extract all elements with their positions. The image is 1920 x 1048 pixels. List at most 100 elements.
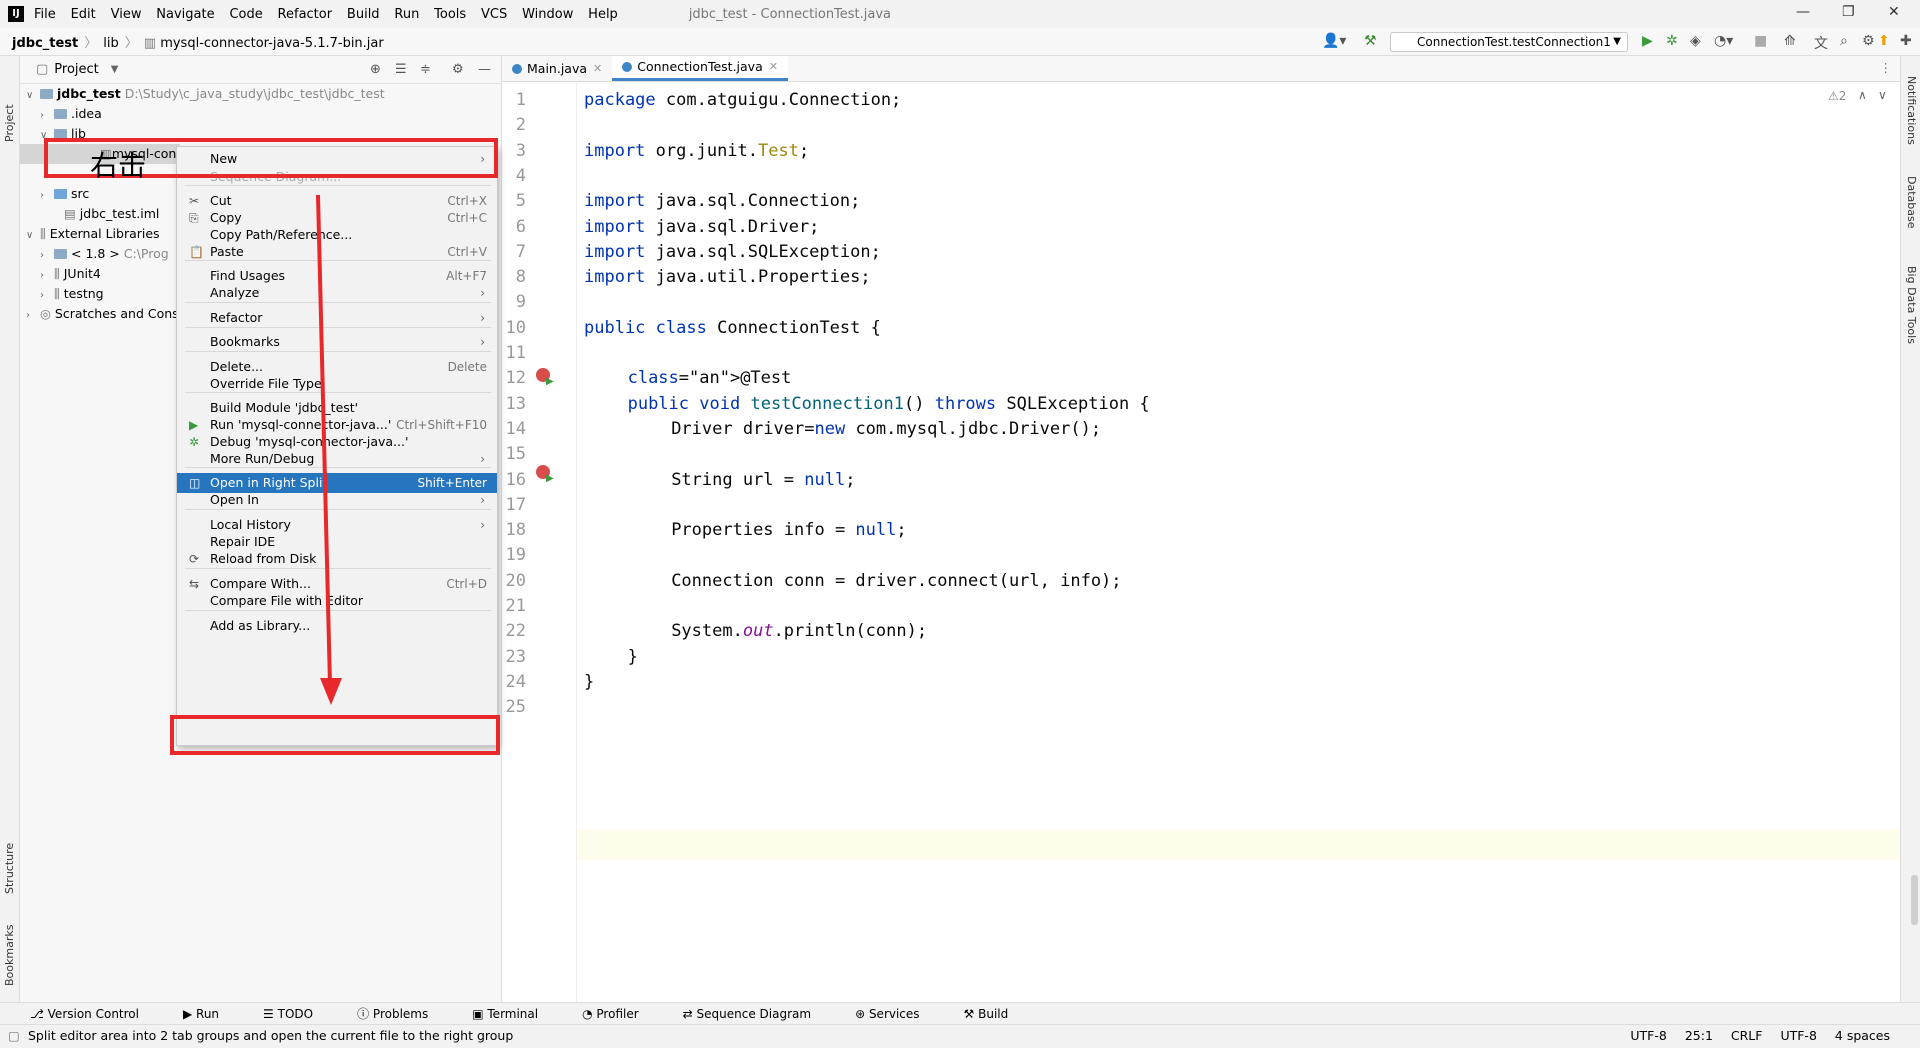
- code-line[interactable]: class="an">@Test: [628, 368, 792, 388]
- chevron-right-icon[interactable]: ›: [40, 286, 54, 306]
- big-data-tools-tab[interactable]: Big Data Tools: [1905, 266, 1918, 344]
- code-line[interactable]: System.out.println(conn);: [671, 621, 927, 641]
- close-icon[interactable]: ✕: [1888, 4, 1900, 20]
- tree-item-scratches[interactable]: › ◎ Scratches and Cons: [26, 304, 179, 324]
- code-line[interactable]: import java.sql.SQLException;: [584, 242, 881, 262]
- tabs-more-icon[interactable]: ⋮: [1880, 60, 1893, 75]
- menu-build[interactable]: Build: [347, 7, 380, 22]
- breadcrumb-project[interactable]: jdbc_test: [12, 36, 78, 51]
- code-line[interactable]: }: [584, 672, 594, 692]
- notifications-tool-tab[interactable]: Notifications: [1905, 76, 1918, 145]
- chevron-up-icon[interactable]: ∧: [1858, 88, 1867, 102]
- tree-item-project-root[interactable]: ∨ jdbc_test D:\Study\c_java_study\jdbc_te…: [26, 84, 385, 104]
- code-line[interactable]: Driver driver=new com.mysql.jdbc.Driver(…: [671, 419, 1101, 439]
- close-tab-icon[interactable]: ✕: [769, 54, 778, 80]
- editor-scrollbar[interactable]: [1911, 875, 1918, 925]
- code-line[interactable]: Connection conn = driver.connect(url, in…: [671, 571, 1121, 591]
- collapse-all-icon[interactable]: ≑: [420, 62, 431, 77]
- user-icon[interactable]: 👤▾: [1322, 33, 1346, 49]
- vcs-icon[interactable]: ⟰: [1784, 33, 1796, 49]
- breadcrumb-file[interactable]: mysql-connector-java-5.1.7-bin.jar: [160, 36, 384, 51]
- status-file-encoding[interactable]: UTF-8: [1780, 1028, 1816, 1043]
- menu-code[interactable]: Code: [229, 7, 262, 22]
- menu-edit[interactable]: Edit: [71, 7, 96, 22]
- status-indent[interactable]: 4 spaces: [1835, 1028, 1890, 1043]
- tree-item-idea[interactable]: › .idea: [40, 104, 102, 124]
- tab-connectiontest-java[interactable]: ConnectionTest.java ✕: [612, 56, 788, 81]
- menu-window[interactable]: Window: [522, 7, 573, 22]
- menu-navigate[interactable]: Navigate: [156, 7, 214, 22]
- tool-sequence-diagram[interactable]: ⇄ Sequence Diagram: [683, 1007, 833, 1021]
- code-line[interactable]: import java.util.Properties;: [584, 267, 871, 287]
- status-cursor-position[interactable]: 25:1: [1685, 1028, 1713, 1043]
- settings-icon[interactable]: ⚙: [1862, 33, 1875, 49]
- stop-icon[interactable]: ■: [1754, 33, 1767, 49]
- chevron-down-icon[interactable]: ∨: [26, 226, 40, 246]
- restore-icon[interactable]: ❐: [1842, 4, 1855, 20]
- tool-version-control[interactable]: ⎇ Version Control: [30, 1007, 161, 1021]
- profile-icon[interactable]: ◔▾: [1714, 33, 1733, 49]
- coverage-icon[interactable]: ◈: [1690, 33, 1701, 49]
- menu-refactor[interactable]: Refactor: [278, 7, 333, 22]
- tree-item-iml[interactable]: ▤ jdbc_test.iml: [64, 204, 159, 224]
- menu-vcs[interactable]: VCS: [481, 7, 507, 22]
- code-line[interactable]: import org.junit.Test;: [584, 141, 809, 161]
- menu-file[interactable]: File: [34, 7, 56, 22]
- tool-todo[interactable]: ☰ TODO: [263, 1007, 335, 1021]
- tree-item-external-libraries[interactable]: ∨ ⫼ External Libraries: [26, 224, 160, 244]
- expand-all-icon[interactable]: ☰: [395, 62, 407, 77]
- tab-main-java[interactable]: Main.java ✕: [502, 56, 612, 81]
- update-icon[interactable]: ⬆: [1878, 33, 1890, 49]
- translate-icon[interactable]: 文: [1814, 33, 1828, 53]
- chevron-right-icon[interactable]: ›: [40, 106, 54, 126]
- locate-icon[interactable]: ⊕: [370, 62, 381, 77]
- code-line[interactable]: String url = null;: [671, 470, 855, 490]
- chevron-down-icon[interactable]: ▼: [111, 64, 119, 75]
- gear-icon[interactable]: ⚙: [452, 62, 464, 77]
- code-line[interactable]: }: [628, 647, 638, 667]
- chevron-right-icon[interactable]: ›: [26, 306, 40, 326]
- hide-icon[interactable]: —: [478, 62, 491, 77]
- project-tool-tab[interactable]: Project: [3, 62, 16, 142]
- code-line[interactable]: public class ConnectionTest {: [584, 318, 881, 338]
- code-line[interactable]: Properties info = null;: [671, 520, 906, 540]
- chevron-right-icon[interactable]: ›: [40, 266, 54, 286]
- tool-run[interactable]: ▶ Run: [183, 1007, 241, 1021]
- status-encoding[interactable]: UTF-8: [1630, 1028, 1666, 1043]
- tool-services[interactable]: ⊛ Services: [855, 1007, 941, 1021]
- code-line[interactable]: public void testConnection1() throws SQL…: [628, 394, 1150, 414]
- code-editor[interactable]: package com.atguigu.Connection; import or…: [577, 82, 1900, 1002]
- tree-item-src[interactable]: › src: [40, 184, 89, 204]
- code-line[interactable]: package com.atguigu.Connection;: [584, 90, 901, 110]
- inspection-warnings[interactable]: ⚠2: [1828, 89, 1846, 103]
- tree-item-junit4[interactable]: › ⫼ JUnit4: [40, 264, 101, 284]
- menu-help[interactable]: Help: [588, 7, 618, 22]
- close-tab-icon[interactable]: ✕: [593, 56, 602, 82]
- breadcrumb-folder[interactable]: lib: [103, 36, 118, 51]
- tool-profiler[interactable]: ◔ Profiler: [582, 1007, 661, 1021]
- chevron-right-icon[interactable]: ›: [40, 246, 54, 266]
- tool-problems[interactable]: ⓘ Problems: [357, 1005, 450, 1022]
- bookmarks-tool-tab[interactable]: Bookmarks: [3, 906, 16, 986]
- tool-terminal[interactable]: ▣ Terminal: [472, 1007, 560, 1021]
- run-configuration-select[interactable]: ConnectionTest.testConnection1 ▼: [1390, 32, 1628, 52]
- chevron-right-icon[interactable]: ›: [40, 186, 54, 206]
- database-tool-tab[interactable]: Database: [1905, 176, 1918, 229]
- hammer-build-icon[interactable]: ⚒: [1364, 33, 1377, 49]
- debug-icon[interactable]: ✲: [1666, 33, 1678, 49]
- menu-tools[interactable]: Tools: [434, 7, 466, 22]
- status-line-separator[interactable]: CRLF: [1731, 1028, 1763, 1043]
- plugin-icon[interactable]: ✚: [1900, 33, 1912, 49]
- project-panel-title[interactable]: Project: [54, 62, 98, 77]
- tool-build[interactable]: ⚒ Build: [964, 1007, 1031, 1021]
- run-icon[interactable]: ▶: [1642, 33, 1653, 49]
- tree-item-jdk[interactable]: › < 1.8 > C:\Prog: [40, 244, 169, 264]
- minimize-icon[interactable]: —: [1796, 4, 1810, 20]
- code-line[interactable]: import java.sql.Connection;: [584, 191, 860, 211]
- code-line[interactable]: import java.sql.Driver;: [584, 217, 819, 237]
- menu-view[interactable]: View: [111, 7, 142, 22]
- chevron-down-icon[interactable]: ∨: [1878, 88, 1887, 102]
- structure-tool-tab[interactable]: Structure: [3, 824, 16, 894]
- search-icon[interactable]: ⌕: [1840, 33, 1848, 49]
- chevron-down-icon[interactable]: ∨: [26, 86, 40, 106]
